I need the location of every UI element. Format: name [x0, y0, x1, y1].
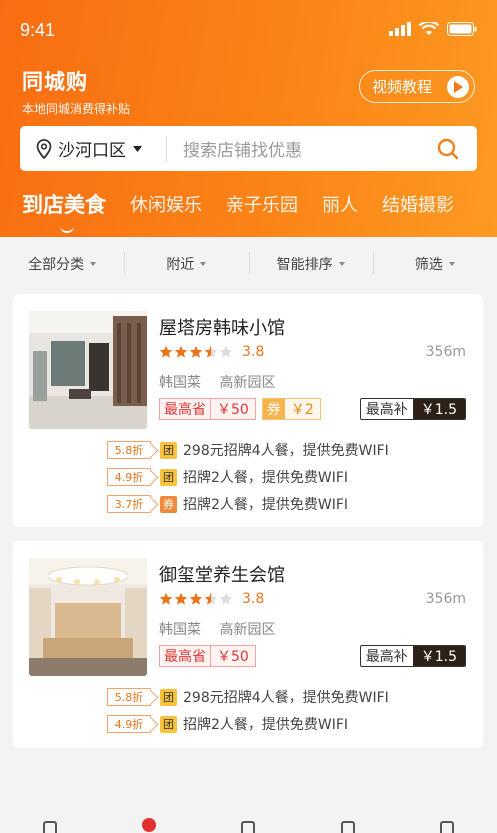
deal-row[interactable]: 4.9折 团 招牌2人餐，提供免费WIFI [107, 714, 348, 734]
star-half-icon [204, 592, 218, 605]
caret-down-icon [200, 262, 207, 266]
discount-tag: 3.7折 [107, 495, 151, 513]
discount-tag: 4.9折 [107, 715, 151, 733]
star-full-icon [159, 345, 173, 358]
star-full-icon [189, 345, 203, 358]
deal-text: 招牌2人餐，提供免费WIFI [183, 717, 349, 733]
status-bar: 9:41 [20, 20, 477, 42]
shop-tags: 韩国菜 高新园区 [159, 372, 289, 392]
distance: 356m [425, 344, 466, 360]
star-full-icon [189, 592, 203, 605]
home-icon[interactable] [42, 821, 57, 833]
search-bar: 沙河口区 搜索店铺找优惠 [20, 126, 477, 171]
promo-badges: 最高省 ￥50 券 ￥2 [159, 398, 321, 420]
star-half-icon [204, 345, 218, 358]
shop-photo [29, 311, 147, 429]
max-save-badge: 最高省 ￥50 [159, 398, 256, 420]
cuisine-tag: 韩国菜 [159, 375, 201, 391]
discount-tag: 5.8折 [107, 688, 151, 706]
notification-dot-icon[interactable] [142, 818, 157, 832]
tab-icon[interactable] [241, 821, 256, 833]
location-selector[interactable]: 沙河口区 [20, 126, 166, 171]
shop-card[interactable]: 御玺堂养生会馆 3.8 356m 韩国菜 高新园区 最高省 ￥50 最高补 ￥1.… [13, 541, 483, 748]
star-rating: 3.8 [159, 591, 264, 607]
tab-leisure[interactable]: 休闲娱乐 [130, 191, 202, 221]
filter-sort[interactable]: 智能排序 [248, 252, 373, 274]
max-save-badge: 最高省 ￥50 [159, 645, 256, 667]
caret-down-icon [338, 262, 345, 266]
status-time: 9:41 [20, 20, 56, 40]
caret-down-icon [448, 262, 455, 266]
deal-row[interactable]: 4.9折 团 招牌2人餐，提供免费WIFI [107, 467, 348, 487]
brand-subtitle: 本地同城消费得补贴 [22, 102, 131, 116]
tab-icon[interactable] [340, 821, 355, 833]
location-label: 沙河口区 [58, 141, 126, 161]
category-tabs: 到店美食 休闲娱乐 亲子乐园 丽人 结婚摄影 [22, 189, 478, 233]
star-empty-icon [219, 345, 233, 358]
group-deal-icon: 团 [160, 715, 177, 733]
group-deal-icon: 团 [160, 688, 177, 706]
play-icon [447, 76, 469, 98]
filter-nearby[interactable]: 附近 [124, 252, 248, 274]
deal-row[interactable]: 5.8折 团 298元招牌4人餐，提供免费WIFI [107, 687, 389, 707]
star-full-icon [174, 592, 188, 605]
video-tutorial-label: 视频教程 [372, 78, 433, 96]
group-deal-icon: 团 [160, 468, 177, 486]
max-subsidy-badge: 最高补 ￥1.5 [359, 398, 466, 420]
deal-text: 298元招牌4人餐，提供免费WIFI [183, 443, 389, 459]
profile-icon[interactable] [440, 821, 455, 833]
discount-tag: 4.9折 [107, 468, 151, 486]
area-tag: 高新园区 [219, 375, 276, 391]
brand-block: 同城购 本地同城消费得补贴 [22, 66, 130, 117]
area-tag: 高新园区 [219, 622, 276, 638]
location-pin-icon [36, 138, 52, 159]
coupon-badge: 券 ￥2 [261, 398, 321, 420]
brand-title: 同城购 [22, 70, 88, 94]
max-subsidy-badge: 最高补 ￥1.5 [359, 645, 466, 667]
search-input[interactable]: 搜索店铺找优惠 [167, 136, 437, 161]
deal-text: 招牌2人餐，提供免费WIFI [183, 470, 349, 486]
shop-name[interactable]: 御玺堂养生会馆 [159, 561, 285, 587]
star-full-icon [174, 345, 188, 358]
filter-bar: 全部分类 附近 智能排序 筛选 [0, 237, 497, 291]
cuisine-tag: 韩国菜 [159, 622, 201, 638]
rating-value: 3.8 [242, 344, 265, 360]
tab-food[interactable]: 到店美食 [22, 189, 106, 233]
deal-text: 招牌2人餐，提供免费WIFI [183, 497, 349, 513]
tab-family[interactable]: 亲子乐园 [226, 191, 298, 221]
deal-row[interactable]: 5.8折 团 298元招牌4人餐，提供免费WIFI [107, 440, 389, 460]
shop-card[interactable]: 屋塔房韩味小馆 3.8 356m 韩国菜 高新园区 最高省 ￥50 券 ￥2 最高补… [13, 294, 483, 527]
search-icon[interactable] [437, 138, 459, 160]
deal-text: 298元招牌4人餐，提供免费WIFI [183, 690, 389, 706]
shop-photo [29, 558, 147, 676]
group-deal-icon: 团 [160, 441, 177, 459]
promo-badges: 最高省 ￥50 [159, 645, 256, 667]
bottom-tab-bar [0, 818, 497, 833]
star-rating: 3.8 [159, 344, 264, 360]
shop-name[interactable]: 屋塔房韩味小馆 [159, 314, 285, 340]
header: 9:41 同城购 本地同城消费得补贴 视频教程 沙河口区 搜索店铺找优惠 到店美… [0, 0, 497, 237]
discount-tag: 5.8折 [107, 441, 151, 459]
star-empty-icon [219, 592, 233, 605]
wifi-icon [419, 22, 439, 35]
tab-beauty[interactable]: 丽人 [322, 191, 358, 221]
filter-category[interactable]: 全部分类 [0, 254, 124, 274]
signal-icon [389, 22, 411, 36]
distance: 356m [425, 591, 466, 607]
rating-value: 3.8 [242, 591, 265, 607]
caret-down-icon [90, 262, 97, 266]
filter-more[interactable]: 筛选 [372, 252, 497, 274]
coupon-deal-icon: 券 [160, 495, 177, 513]
shop-tags: 韩国菜 高新园区 [159, 619, 289, 639]
star-full-icon [159, 592, 173, 605]
battery-icon [447, 22, 477, 36]
tab-wedding-photo[interactable]: 结婚摄影 [382, 191, 454, 221]
video-tutorial-button[interactable]: 视频教程 [359, 70, 475, 103]
caret-down-icon [133, 145, 142, 152]
deal-row[interactable]: 3.7折 券 招牌2人餐，提供免费WIFI [107, 494, 348, 514]
